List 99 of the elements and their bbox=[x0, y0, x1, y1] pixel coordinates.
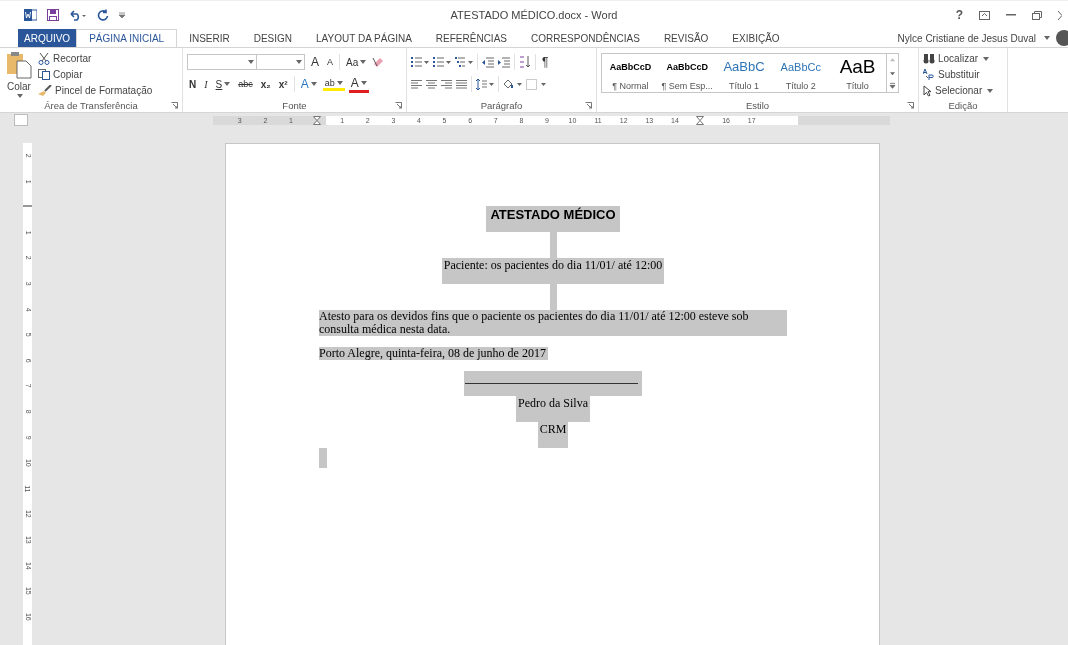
superscript-button[interactable]: x² bbox=[276, 78, 290, 90]
group-label: Área de Transferência bbox=[43, 100, 139, 111]
change-case-button[interactable]: Aa bbox=[344, 56, 369, 68]
style-item[interactable]: AaB Título bbox=[829, 54, 886, 92]
ribbon-tab[interactable]: CORRESPONDÊNCIAS bbox=[518, 29, 652, 47]
eraser-icon[interactable] bbox=[372, 56, 385, 68]
margin-marker-icon[interactable] bbox=[23, 205, 32, 209]
dialog-launcher-icon[interactable] bbox=[907, 102, 914, 109]
ribbon-tab[interactable]: PÁGINA INICIAL bbox=[76, 29, 178, 47]
clipboard-icon bbox=[6, 51, 32, 79]
bold-button[interactable]: N bbox=[187, 78, 199, 90]
ribbon-tab[interactable]: REFERÊNCIAS bbox=[423, 29, 519, 47]
font-color-button[interactable]: A bbox=[348, 75, 369, 93]
dialog-launcher-icon[interactable] bbox=[171, 102, 178, 109]
redo-icon[interactable] bbox=[97, 9, 109, 21]
replace-button[interactable]: Substituir bbox=[923, 67, 1003, 82]
cut-button[interactable]: Recortar bbox=[38, 51, 153, 66]
justify-icon[interactable] bbox=[456, 79, 467, 89]
save-icon[interactable] bbox=[47, 9, 59, 21]
line-spacing-icon[interactable] bbox=[476, 78, 494, 90]
style-item[interactable]: AaBbCcD ¶ Normal bbox=[602, 54, 659, 92]
dropdown-arrow-icon[interactable] bbox=[360, 80, 367, 85]
ribbon-tab[interactable]: DESIGN bbox=[241, 29, 305, 47]
ribbon-tab[interactable]: EXIBIÇÃO bbox=[720, 29, 792, 47]
borders-icon[interactable] bbox=[526, 78, 546, 90]
customize-toolbar-icon[interactable] bbox=[119, 11, 125, 19]
dialog-launcher-icon[interactable] bbox=[395, 102, 402, 109]
style-item[interactable]: AaBbC Título 1 bbox=[715, 54, 773, 92]
highlight-button[interactable]: ab bbox=[322, 77, 345, 91]
file-tab[interactable]: ARQUIVO bbox=[18, 29, 77, 47]
word-logo-icon[interactable] bbox=[24, 9, 37, 21]
group-label: Edição bbox=[947, 100, 979, 111]
italic-button[interactable]: I bbox=[202, 78, 210, 90]
cursor-arrow-icon bbox=[923, 84, 932, 97]
copy-button[interactable]: Copiar bbox=[38, 67, 153, 82]
dropdown-arrow-icon[interactable] bbox=[296, 60, 302, 64]
avatar[interactable] bbox=[1056, 30, 1068, 46]
underline-button[interactable]: S bbox=[213, 78, 233, 90]
replace-icon bbox=[923, 69, 935, 80]
sort-icon[interactable] bbox=[519, 56, 531, 68]
undo-icon[interactable] bbox=[69, 9, 87, 21]
document-paragraph: Atesto para os devidos fins que o paciente os pacientes do dia 11/01/ até 12:00 esteve sob consulta médica nesta data. bbox=[319, 310, 787, 336]
group-label: Estilo bbox=[744, 100, 771, 111]
copy-icon bbox=[38, 69, 50, 80]
find-button[interactable]: Localizar bbox=[923, 51, 1003, 66]
group-label: Fonte bbox=[281, 100, 308, 111]
style-item[interactable]: AaBbCcD ¶ Sem Esp... bbox=[658, 54, 716, 92]
decrease-indent-icon[interactable] bbox=[482, 56, 494, 68]
document-heading: ATESTADO MÉDICO bbox=[486, 206, 620, 232]
dropdown-arrow-icon[interactable] bbox=[983, 56, 990, 61]
group-label: Parágrafo bbox=[479, 100, 524, 111]
dropdown-arrow-icon[interactable] bbox=[336, 80, 343, 85]
format-painter-button[interactable]: Pincel de Formatação bbox=[38, 83, 153, 98]
document-paragraph: Porto Alegre, quinta-feira, 08 de junho de 2017 bbox=[319, 347, 548, 360]
style-item[interactable]: AaBbCc Título 2 bbox=[772, 54, 830, 92]
binoculars-icon bbox=[923, 53, 935, 64]
font-size-field[interactable] bbox=[256, 54, 305, 70]
ribbon-tab[interactable]: INSERIR bbox=[177, 29, 242, 47]
ribbon-tab[interactable]: LAYOUT DA PÁGINA bbox=[304, 29, 424, 47]
document-paragraph: Paciente: os pacientes do dia 11/01/ até 12:00 bbox=[441, 258, 665, 284]
paintbrush-icon bbox=[38, 85, 52, 96]
align-right-icon[interactable] bbox=[441, 79, 452, 89]
help-button[interactable]: ? bbox=[955, 8, 963, 22]
document-paragraph: Pedro da Silva bbox=[516, 396, 590, 422]
ribbon-display-icon[interactable] bbox=[979, 10, 990, 20]
text-effects-button[interactable]: A bbox=[298, 77, 319, 91]
font-name-field[interactable] bbox=[187, 54, 257, 70]
dropdown-arrow-icon[interactable] bbox=[310, 82, 317, 86]
dialog-launcher-icon[interactable] bbox=[585, 102, 592, 109]
strikethrough-button[interactable]: abc bbox=[236, 79, 255, 89]
dropdown-arrow-icon[interactable] bbox=[248, 60, 254, 64]
user-name[interactable]: Nylce Cristiane de Jesus Duval bbox=[897, 32, 1036, 44]
align-left-icon[interactable] bbox=[411, 79, 422, 89]
ribbon-tab[interactable]: REVISÃO bbox=[651, 29, 721, 47]
indent-marker-icon[interactable] bbox=[312, 115, 321, 125]
show-formatting-button[interactable]: ¶ bbox=[540, 55, 551, 69]
window-title: ATESTADO MÉDICO.docx - Word bbox=[450, 9, 618, 21]
dropdown-arrow-icon[interactable] bbox=[17, 94, 23, 98]
dropdown-arrow-icon[interactable] bbox=[987, 88, 994, 93]
dropdown-arrow-icon[interactable] bbox=[1044, 36, 1050, 40]
numbering-icon[interactable] bbox=[433, 56, 451, 68]
dropdown-arrow-icon[interactable] bbox=[360, 60, 367, 64]
scissors-icon bbox=[38, 52, 50, 65]
subscript-button[interactable]: x₂ bbox=[258, 78, 273, 90]
grow-font-button[interactable]: A bbox=[309, 55, 321, 69]
paint-bucket-icon[interactable] bbox=[503, 78, 522, 90]
restore-icon[interactable] bbox=[1032, 10, 1042, 20]
dropdown-arrow-icon[interactable] bbox=[224, 82, 231, 86]
close-icon[interactable] bbox=[1058, 10, 1062, 20]
bullets-icon[interactable] bbox=[411, 56, 429, 68]
select-button[interactable]: Selecionar bbox=[923, 83, 1003, 98]
shrink-font-button[interactable]: A bbox=[325, 57, 336, 67]
multilevel-list-icon[interactable] bbox=[455, 56, 473, 68]
align-center-icon[interactable] bbox=[426, 79, 437, 89]
minimize-icon[interactable] bbox=[1006, 14, 1016, 16]
document-paragraph: CRM bbox=[537, 422, 569, 448]
indent-marker-icon[interactable] bbox=[696, 115, 705, 125]
increase-indent-icon[interactable] bbox=[498, 56, 510, 68]
paste-button[interactable]: Colar bbox=[4, 51, 34, 112]
